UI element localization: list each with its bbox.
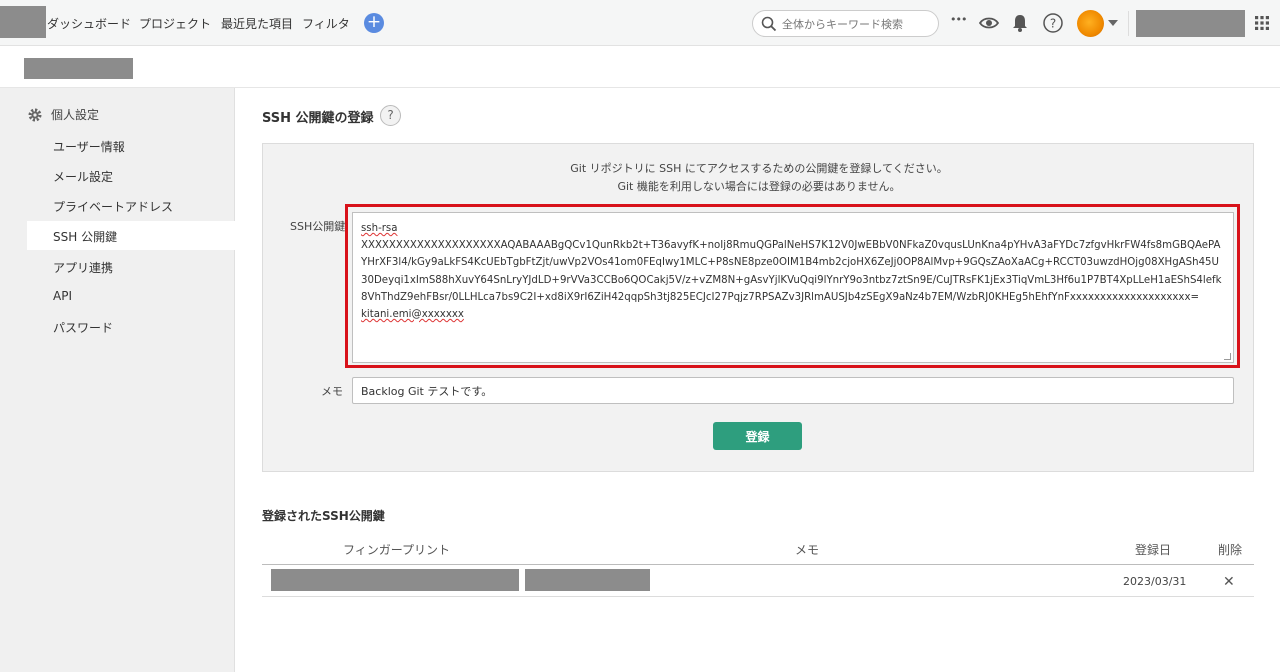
logo-redacted[interactable] xyxy=(0,6,46,38)
key-body: XXXXXXXXXXXXXXXXXXXXAQABAAABgQCv1QunRkb2… xyxy=(361,240,1222,303)
column-header-memo: メモ xyxy=(795,543,820,557)
help-button[interactable]: ? xyxy=(380,105,401,126)
sidebar-item-password[interactable]: パスワード xyxy=(53,319,113,336)
delete-icon[interactable]: ✕ xyxy=(1223,574,1235,590)
column-header-date: 登録日 xyxy=(1135,543,1172,557)
sidebar-item-ssh-key[interactable]: SSH 公開鍵 xyxy=(27,221,235,250)
sidebar-heading-label: 個人設定 xyxy=(51,108,100,122)
resize-handle[interactable] xyxy=(1224,353,1231,360)
divider xyxy=(1128,11,1129,36)
nav-filter[interactable]: フィルタ xyxy=(302,15,350,32)
top-nav: ダッシュボード プロジェクト 最近見た項目 フィルタ + ••• ? xyxy=(0,0,1280,46)
fingerprint-redacted xyxy=(271,569,519,591)
nav-recent[interactable]: 最近見た項目 xyxy=(221,15,293,32)
sidebar-item-label: SSH 公開鍵 xyxy=(53,230,118,244)
info-text: Git リポジトリに SSH にてアクセスするための公開鍵を登録してください。 xyxy=(570,162,948,175)
add-button[interactable]: + xyxy=(364,13,384,33)
svg-text:?: ? xyxy=(1050,17,1056,31)
page-title: SSH 公開鍵の登録 xyxy=(262,111,374,126)
help-icon[interactable]: ? xyxy=(1042,12,1064,34)
key-suffix: kitani.emi@xxxxxxx xyxy=(361,309,464,321)
column-header-fingerprint: フィンガープリント xyxy=(343,543,451,557)
ssh-key-label: SSH公開鍵 xyxy=(290,220,346,233)
memo-redacted xyxy=(525,569,650,591)
column-header-delete: 削除 xyxy=(1218,543,1243,557)
search-box[interactable] xyxy=(752,10,939,37)
chevron-down-icon[interactable] xyxy=(1108,20,1118,26)
memo-label: メモ xyxy=(321,385,343,398)
registered-keys-title: 登録されたSSH公開鍵 xyxy=(262,509,385,523)
nav-dashboard[interactable]: ダッシュボード xyxy=(47,15,131,32)
key-prefix: ssh-rsa xyxy=(361,223,398,234)
memo-input[interactable] xyxy=(352,377,1234,404)
more-icon[interactable]: ••• xyxy=(950,13,967,26)
registered-date: 2023/03/31 xyxy=(1123,575,1187,588)
sidebar-item-apps[interactable]: アプリ連携 xyxy=(53,259,113,276)
table-header-divider xyxy=(262,564,1254,565)
space-name-redacted[interactable] xyxy=(1136,10,1245,37)
avatar[interactable] xyxy=(1077,10,1104,37)
ssh-key-textarea[interactable]: ssh-rsa XXXXXXXXXXXXXXXXXXXXAQABAAABgQCv… xyxy=(352,212,1234,363)
project-name-redacted[interactable] xyxy=(24,58,133,79)
sidebar: 個人設定 ユーザー情報 メール設定 プライベートアドレス SSH 公開鍵 アプリ… xyxy=(0,88,235,672)
apps-grid-icon[interactable] xyxy=(1255,16,1269,30)
watch-eye-icon[interactable] xyxy=(978,12,1000,34)
sidebar-item-user-info[interactable]: ユーザー情報 xyxy=(53,138,125,155)
nav-projects[interactable]: プロジェクト xyxy=(139,15,211,32)
sidebar-item-api[interactable]: API xyxy=(53,289,72,303)
bell-icon[interactable] xyxy=(1009,12,1031,34)
sidebar-item-private-address[interactable]: プライベートアドレス xyxy=(53,198,173,215)
table-row-divider xyxy=(262,596,1254,597)
info-text: Git 機能を利用しない場合には登録の必要はありません。 xyxy=(617,180,901,193)
search-input[interactable] xyxy=(782,15,932,33)
gear-icon xyxy=(28,108,42,122)
search-icon xyxy=(761,16,777,32)
register-button[interactable]: 登録 xyxy=(713,422,802,450)
sidebar-item-mail[interactable]: メール設定 xyxy=(53,168,113,185)
